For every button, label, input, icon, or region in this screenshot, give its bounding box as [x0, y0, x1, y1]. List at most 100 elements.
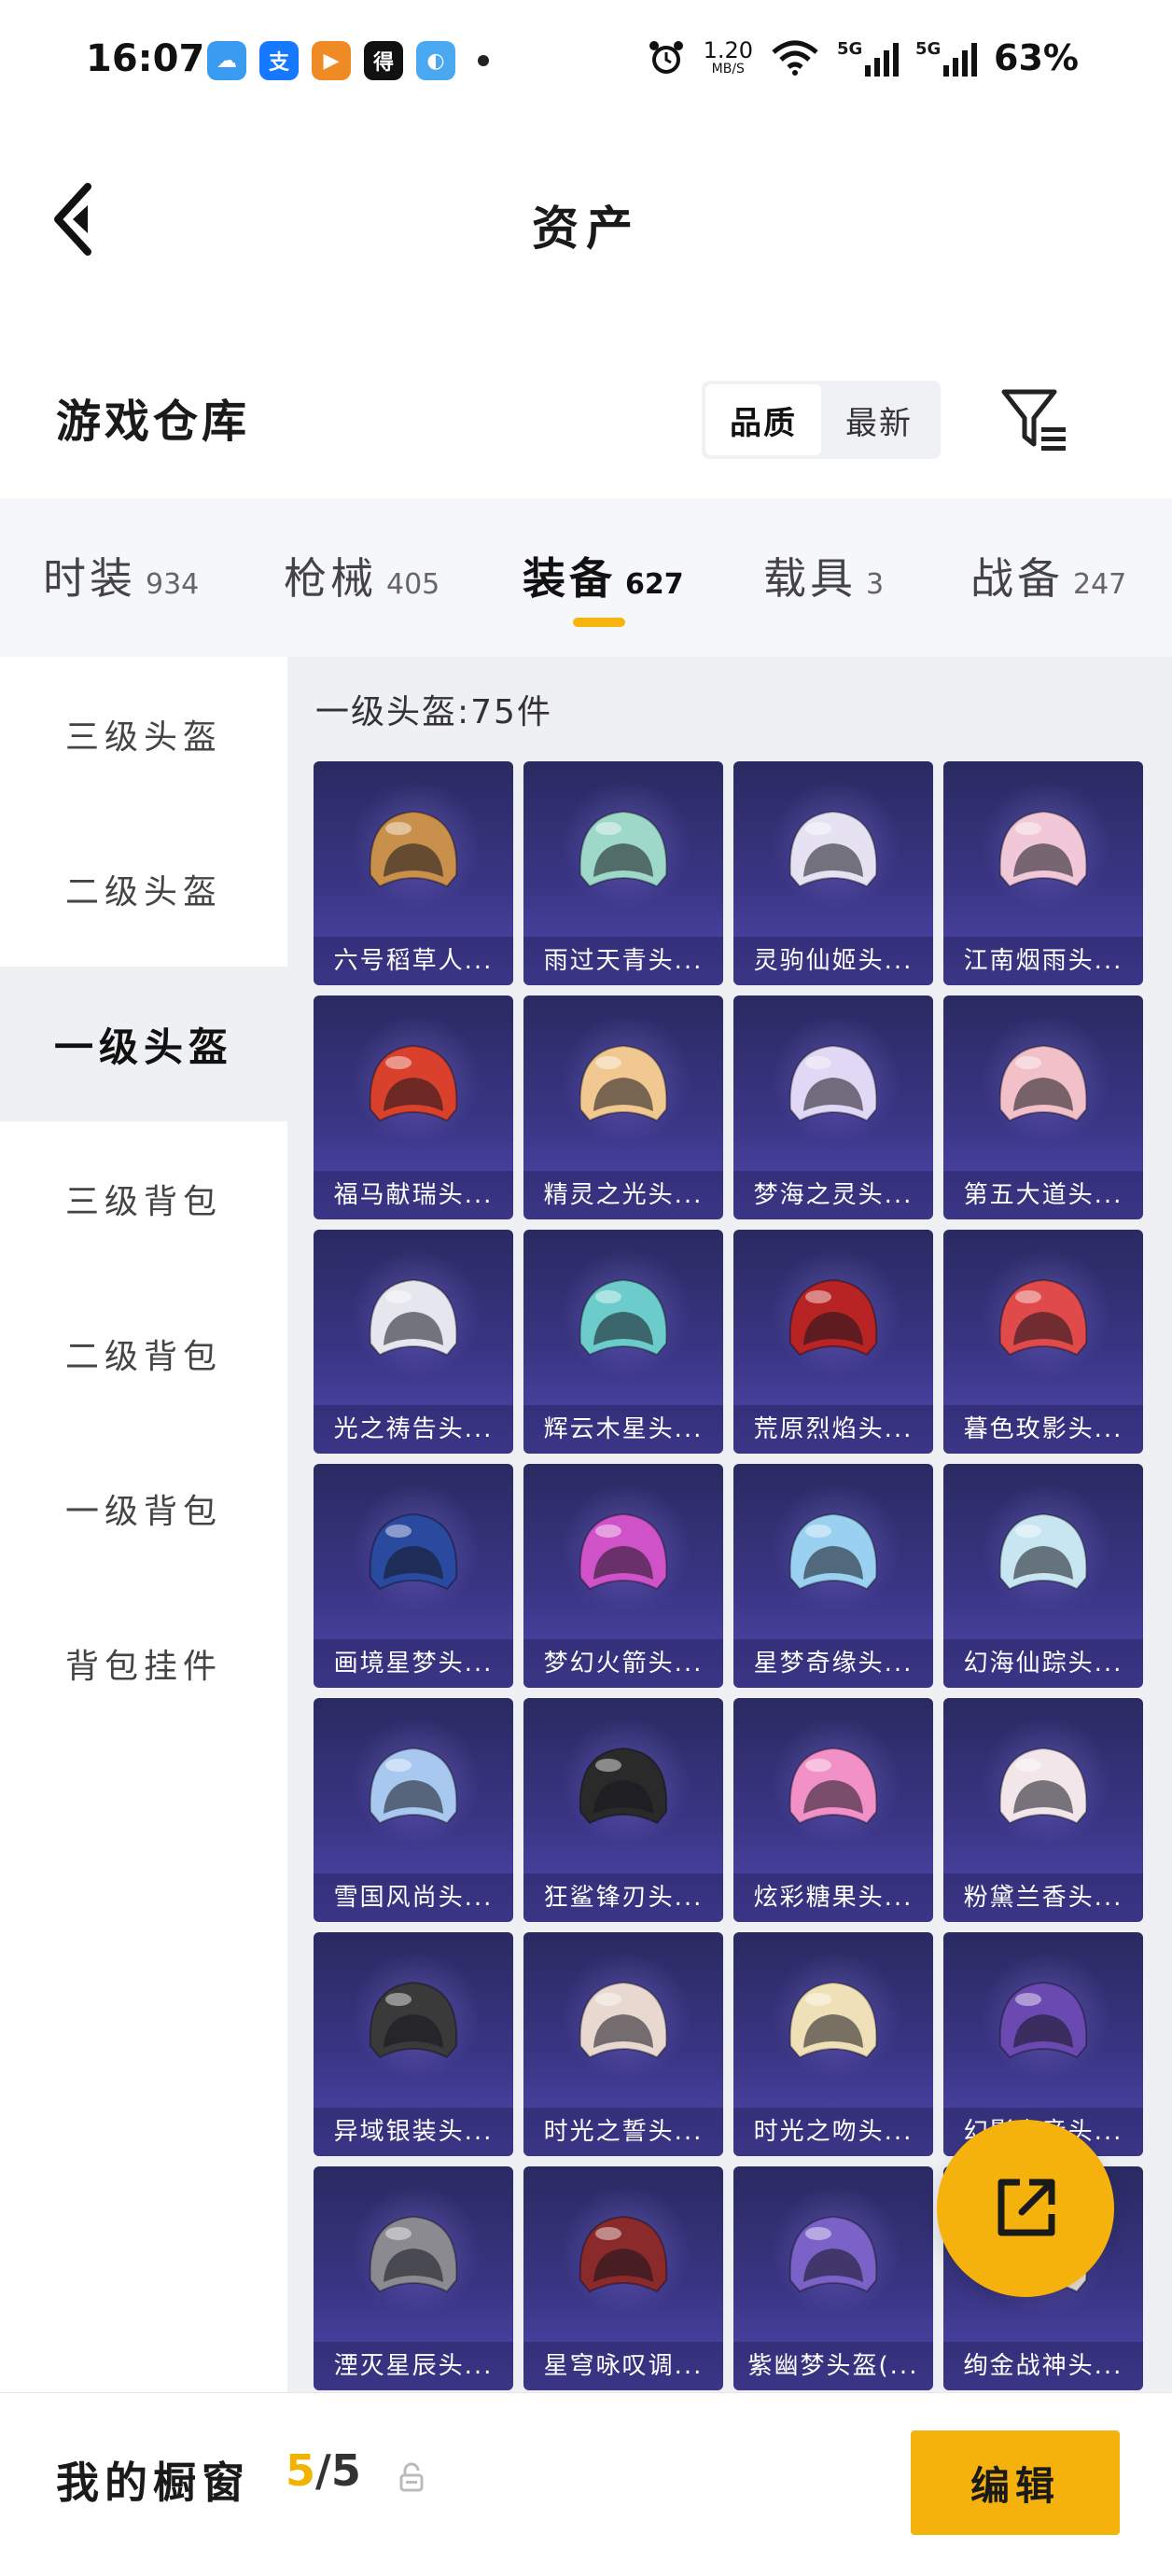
signal-sim1-icon: 5G [837, 39, 900, 77]
item-card[interactable]: 异域银装头... [314, 1932, 513, 2156]
helmet-icon [369, 1512, 458, 1591]
alarm-icon [649, 41, 683, 74]
item-name: 福马献瑞头... [314, 1171, 513, 1219]
item-card[interactable]: 荒原烈焰头... [733, 1230, 933, 1454]
tab-supplies[interactable]: 战备 247 [970, 545, 1126, 606]
helmet-icon [369, 1747, 458, 1825]
item-name: 星穹咏叹调... [523, 2342, 723, 2390]
helmet-icon [369, 1981, 458, 2059]
item-card[interactable]: 精灵之光头... [523, 996, 723, 1219]
helmet-icon [998, 1981, 1088, 2059]
notification-icons: ☁ 支 ▶ 得 ◐ [207, 41, 489, 80]
tab-equipment[interactable]: 装备 627 [523, 545, 684, 606]
filter-icon [1001, 389, 1066, 451]
network-speed: 1.20 MB/S [703, 37, 754, 77]
item-card[interactable]: 炫彩糖果头... [733, 1698, 933, 1922]
weather-icon: ☁ [207, 41, 246, 80]
sidebar-item-level1-backpack[interactable]: 一级背包 [0, 1431, 287, 1586]
helmet-icon [369, 810, 458, 888]
item-card[interactable]: 江南烟雨头... [943, 761, 1143, 985]
item-card[interactable]: 时光之吻头... [733, 1932, 933, 2156]
category-tabs: 时装 934 枪械 405 装备 627 载具 3 战备 247 [0, 498, 1172, 657]
tab-fashion[interactable]: 时装 934 [43, 545, 199, 606]
item-name: 星梦奇缘头... [733, 1639, 933, 1688]
sidebar-item-level1-helmet[interactable]: 一级头盔 [0, 967, 287, 1121]
battery-level: 63% [994, 37, 1079, 78]
item-name: 灵驹仙姬头... [733, 937, 933, 985]
filter-button[interactable] [998, 383, 1073, 457]
item-card[interactable]: 第五大道头... [943, 996, 1143, 1219]
helmet-icon [788, 1512, 878, 1591]
page-title: 资产 [532, 202, 640, 256]
item-name: 雨过天青头... [523, 937, 723, 985]
helmet-icon [369, 2215, 458, 2293]
wifi-icon [772, 40, 818, 76]
item-name: 暮色玫影头... [943, 1405, 1143, 1454]
sort-by-newest[interactable]: 最新 [821, 384, 937, 455]
item-card[interactable]: 雪国风尚头... [314, 1698, 513, 1922]
helmet-icon [369, 1278, 458, 1357]
signal-sim2-icon: 5G [915, 39, 978, 77]
helmet-icon [788, 1044, 878, 1122]
item-card[interactable]: 画境星梦头... [314, 1464, 513, 1688]
item-name: 梦幻火箭头... [523, 1639, 723, 1688]
item-card[interactable]: 粉黛兰香头... [943, 1698, 1143, 1922]
helmet-icon [998, 1278, 1088, 1357]
item-card[interactable]: 梦幻火箭头... [523, 1464, 723, 1688]
helmet-icon [788, 1747, 878, 1825]
item-name: 湮灭星辰头... [314, 2342, 513, 2390]
item-card[interactable]: 灵驹仙姬头... [733, 761, 933, 985]
item-card[interactable]: 时光之誓头... [523, 1932, 723, 2156]
helmet-icon [579, 1044, 668, 1122]
sort-by-quality[interactable]: 品质 [705, 384, 821, 455]
tab-firearms[interactable]: 枪械 405 [284, 545, 440, 606]
video-app-icon: ▶ [312, 41, 351, 80]
tab-vehicles[interactable]: 载具 3 [763, 545, 884, 606]
item-name: 辉云木星头... [523, 1405, 723, 1454]
item-count-heading: 一级头盔:75件 [315, 693, 552, 731]
item-name: 绚金战神头... [943, 2342, 1143, 2390]
edit-button[interactable]: 编辑 [911, 2430, 1120, 2535]
item-card[interactable]: 幻海仙踪头... [943, 1464, 1143, 1688]
item-card[interactable]: 梦海之灵头... [733, 996, 933, 1219]
item-card[interactable]: 雨过天青头... [523, 761, 723, 985]
item-card[interactable]: 暮色玫影头... [943, 1230, 1143, 1454]
helmet-icon [579, 1981, 668, 2059]
helmet-icon [579, 1512, 668, 1591]
sidebar-item-level2-helmet[interactable]: 二级头盔 [0, 812, 287, 967]
item-name: 雪国风尚头... [314, 1873, 513, 1922]
alipay-icon: 支 [259, 41, 299, 80]
qq-browser-icon: ◐ [416, 41, 455, 80]
helmet-icon [998, 1044, 1088, 1122]
item-card[interactable]: 星梦奇缘头... [733, 1464, 933, 1688]
item-name: 荒原烈焰头... [733, 1405, 933, 1454]
item-card[interactable]: 福马献瑞头... [314, 996, 513, 1219]
item-name: 精灵之光头... [523, 1171, 723, 1219]
share-button[interactable] [937, 2120, 1114, 2297]
item-name: 炫彩糖果头... [733, 1873, 933, 1922]
item-card[interactable]: 星穹咏叹调... [523, 2166, 723, 2390]
item-card[interactable]: 紫幽梦头盔(... [733, 2166, 933, 2390]
share-external-icon [998, 2179, 1055, 2236]
helmet-icon [788, 1278, 878, 1357]
item-card[interactable]: 狂鲨锋刃头... [523, 1698, 723, 1922]
item-card[interactable]: 湮灭星辰头... [314, 2166, 513, 2390]
item-name: 光之祷告头... [314, 1405, 513, 1454]
showcase-label: 我的橱窗 [56, 2458, 250, 2508]
sort-toggle: 品质 最新 [702, 381, 941, 459]
item-card[interactable]: 光之祷告头... [314, 1230, 513, 1454]
helmet-icon [788, 2215, 878, 2293]
warehouse-title: 游戏仓库 [56, 396, 251, 448]
item-name: 异域银装头... [314, 2108, 513, 2156]
item-name: 第五大道头... [943, 1171, 1143, 1219]
sidebar-item-backpack-charm[interactable]: 背包挂件 [0, 1586, 287, 1741]
subcategory-sidebar: 三级头盔 二级头盔 一级头盔 三级背包 二级背包 一级背包 背包挂件 [0, 657, 287, 2392]
sidebar-item-level2-backpack[interactable]: 二级背包 [0, 1276, 287, 1431]
item-name: 六号稻草人... [314, 937, 513, 985]
item-name: 紫幽梦头盔(... [733, 2342, 933, 2390]
status-time: 16:07 [86, 37, 205, 80]
sidebar-item-level3-backpack[interactable]: 三级背包 [0, 1121, 287, 1276]
item-card[interactable]: 辉云木星头... [523, 1230, 723, 1454]
sidebar-item-level3-helmet[interactable]: 三级头盔 [0, 657, 287, 812]
item-card[interactable]: 六号稻草人... [314, 761, 513, 985]
